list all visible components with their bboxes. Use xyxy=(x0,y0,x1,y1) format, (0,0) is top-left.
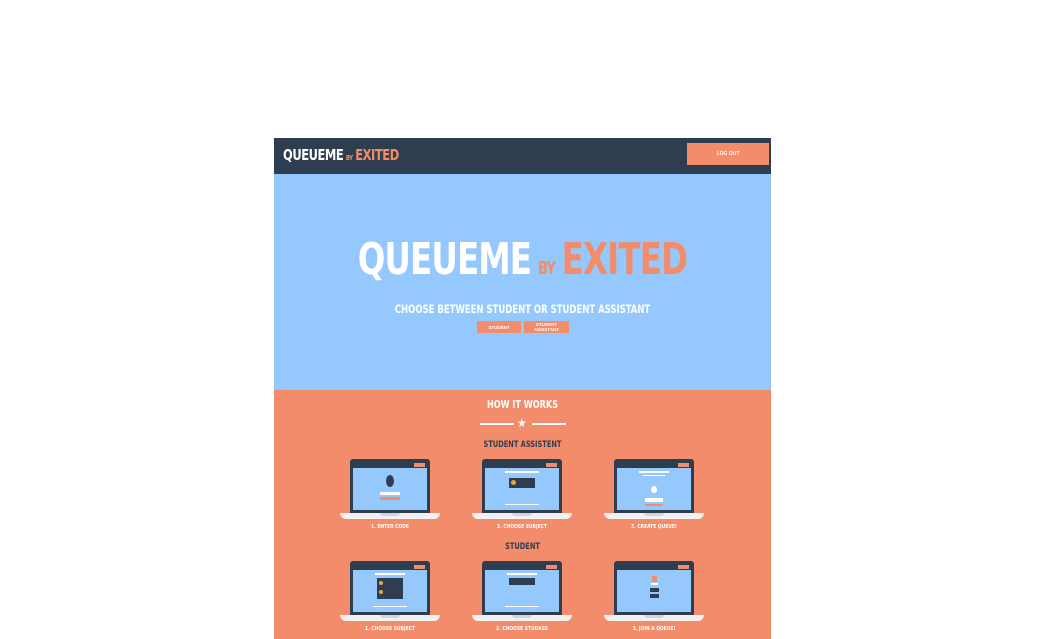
student-button[interactable]: STUDENT xyxy=(477,321,521,333)
student-assistant-button[interactable]: STUDENT ASSISTANT xyxy=(524,321,569,333)
page: QUEUEME BY EXITED LOG OUT QUEUEME BY EXITED … xyxy=(274,138,771,639)
hero-section: QUEUEME BY EXITED CHOOSE BETWEEN STUDENT O… xyxy=(274,174,771,390)
step-caption: 2. CHOOSE SUBJECT xyxy=(497,524,547,530)
hero-subtitle: CHOOSE BETWEEN STUDENT OR STUDENT ASSIST… xyxy=(394,302,651,316)
laptop-illustration-choose-studass xyxy=(472,561,572,623)
laptop-illustration-choose-subject xyxy=(340,561,440,623)
laptop-illustration-create-queue xyxy=(604,459,704,521)
student-assistent-heading: STUDENT ASSISTENT xyxy=(483,440,562,450)
step-caption: 3. JOIN A QUEUE! xyxy=(632,626,676,632)
step-caption: 1. ENTER CODE xyxy=(371,524,409,530)
brand-by: BY xyxy=(345,154,353,162)
star-icon: ★ xyxy=(517,416,527,430)
navbar: QUEUEME BY EXITED LOG OUT xyxy=(274,138,771,174)
how-it-works-title: HOW IT WORKS xyxy=(486,398,559,411)
brand-logo[interactable]: QUEUEME BY EXITED xyxy=(283,146,399,164)
brand-accent: EXITED xyxy=(355,146,399,164)
laptop-illustration-choose-subject xyxy=(472,459,572,521)
section-divider: ★ xyxy=(480,416,566,430)
hero-title-by: BY xyxy=(537,258,556,279)
step-caption: 3. CREATE QUEUE! xyxy=(631,524,677,530)
hero-title-accent: EXITED xyxy=(561,234,688,285)
student-heading: STUDENT xyxy=(505,542,540,552)
logout-button[interactable]: LOG OUT xyxy=(687,143,769,165)
divider-line-left xyxy=(480,423,514,425)
step-caption: 1. CHOOSE SUBJECT xyxy=(365,626,415,632)
divider-line-right xyxy=(532,423,566,425)
laptop-illustration-join-queue xyxy=(604,561,704,623)
step-caption: 2. CHOOSE STUDASS xyxy=(496,626,548,632)
role-choice: STUDENT STUDENT ASSISTANT xyxy=(477,321,569,333)
how-it-works-section: HOW IT WORKS ★ STUDENT ASSISTENT 1. ENTE… xyxy=(274,390,771,639)
hero-title: QUEUEME BY EXITED xyxy=(319,234,727,295)
brand-main: QUEUEME xyxy=(283,146,344,164)
hero-title-main: QUEUEME xyxy=(357,234,532,285)
laptop-illustration-enter-code xyxy=(340,459,440,521)
